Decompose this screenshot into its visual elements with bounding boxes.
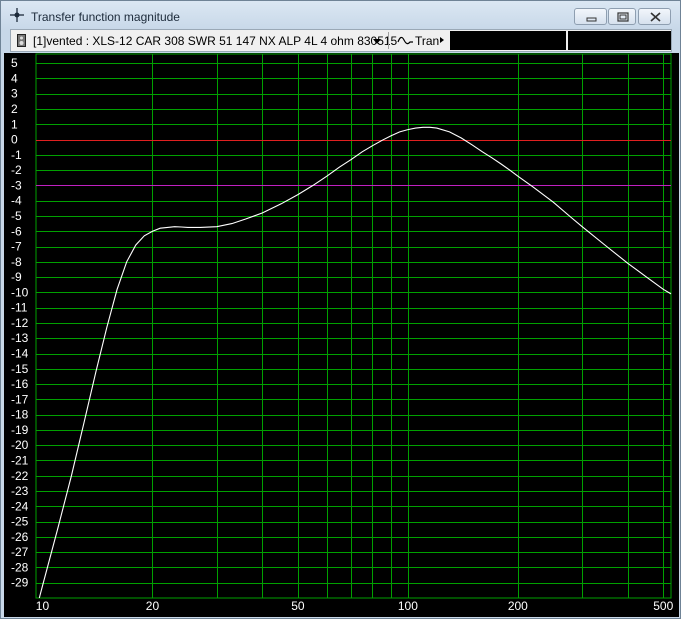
y-tick-label: -10 bbox=[11, 285, 29, 299]
minimize-icon bbox=[586, 17, 597, 22]
plot-border bbox=[35, 53, 672, 599]
y-tick-label: -14 bbox=[11, 347, 29, 361]
x-tick-label: 200 bbox=[508, 599, 528, 613]
pin-icon bbox=[10, 8, 24, 22]
restore-button[interactable] bbox=[608, 8, 636, 25]
close-icon bbox=[650, 12, 661, 22]
x-tick-labels: 10 20 50 100 200 500 bbox=[36, 599, 674, 613]
readout-field-2 bbox=[568, 31, 671, 50]
y-tick-label: -3 bbox=[11, 178, 22, 192]
y-tick-label: -4 bbox=[11, 194, 22, 208]
y-tick-label: -17 bbox=[11, 392, 29, 406]
y-tick-label: -7 bbox=[11, 240, 22, 254]
waveform-icon bbox=[397, 36, 413, 45]
window-title: Transfer function magnitude bbox=[31, 10, 180, 24]
plot-area[interactable]: 5 4 3 2 1 0 -1 -2 -3 -4 -5 -6 -7 -8 -9 -10 -11 -12 -13 -14-… bbox=[4, 53, 679, 617]
x-tick-label: 50 bbox=[291, 599, 305, 613]
tran-arrow-icon bbox=[440, 37, 444, 43]
tran-label: Tran bbox=[415, 34, 440, 48]
grid-layer bbox=[35, 53, 672, 599]
transfer-function-chart: 543210-1-2-3-4-5-6-7-8-9-10-11-12-13-14-… bbox=[11, 53, 674, 613]
device-icon bbox=[17, 34, 26, 47]
y-tick-label: -24 bbox=[11, 499, 29, 513]
x-tick-label: 20 bbox=[146, 599, 160, 613]
toolbar-separator bbox=[388, 32, 389, 49]
x-tick-label: 10 bbox=[36, 599, 50, 613]
y-tick-label: -20 bbox=[11, 438, 29, 452]
y-tick-label: -26 bbox=[11, 530, 29, 544]
y-tick-label: 5 bbox=[11, 56, 18, 70]
x-tick-label: 100 bbox=[398, 599, 418, 613]
reference-lines bbox=[36, 140, 671, 186]
y-tick-label: -18 bbox=[11, 408, 29, 422]
y-tick-label: 4 bbox=[11, 71, 18, 85]
curve-layer bbox=[38, 126, 672, 599]
y-tick-label: -9 bbox=[11, 270, 22, 284]
y-tick-label: -19 bbox=[11, 423, 29, 437]
title-bar[interactable]: Transfer function magnitude bbox=[1, 1, 680, 29]
minimize-button[interactable] bbox=[574, 8, 607, 25]
y-tick-label: -22 bbox=[11, 469, 29, 483]
close-button[interactable] bbox=[638, 8, 671, 25]
tran-button[interactable]: Tran bbox=[395, 32, 447, 49]
y-tick-label: -21 bbox=[11, 453, 29, 467]
y-tick-label: -1 bbox=[11, 148, 22, 162]
y-tick-label: 1 bbox=[11, 117, 18, 131]
readout-field-1 bbox=[450, 31, 566, 50]
y-tick-label: -15 bbox=[11, 362, 29, 376]
magnitude-curve bbox=[38, 126, 672, 599]
y-tick-label: 0 bbox=[11, 133, 18, 147]
y-tick-label: -23 bbox=[11, 484, 29, 498]
y-tick-label: -27 bbox=[11, 545, 29, 559]
y-tick-label: -13 bbox=[11, 331, 29, 345]
y-tick-label: -16 bbox=[11, 377, 29, 391]
y-tick-label: -2 bbox=[11, 163, 22, 177]
y-tick-label: -11 bbox=[11, 301, 28, 315]
y-tick-label: -8 bbox=[11, 255, 22, 269]
y-tick-label: -25 bbox=[11, 515, 29, 529]
driver-selector-label[interactable]: [1]vented : XLS-12 CAR 308 SWR 51 147 NX… bbox=[33, 34, 397, 48]
driver-dropdown-arrow[interactable] bbox=[373, 39, 381, 44]
y-tick-labels: 543210-1-2-3-4-5-6-7-8-9-10-11-12-13-14-… bbox=[11, 56, 29, 590]
transfer-function-window: Transfer function magnitude [1]vented : … bbox=[0, 0, 681, 619]
x-tick-label: 500 bbox=[653, 599, 673, 613]
y-tick-label: -28 bbox=[11, 560, 29, 574]
toolbar: [1]vented : XLS-12 CAR 308 SWR 51 147 NX… bbox=[10, 29, 672, 52]
y-tick-label: -6 bbox=[11, 224, 22, 238]
y-tick-label: -29 bbox=[11, 576, 29, 590]
y-tick-label: 3 bbox=[11, 87, 18, 101]
y-tick-label: -12 bbox=[11, 316, 29, 330]
restore-icon bbox=[617, 12, 629, 22]
y-tick-label: 2 bbox=[11, 102, 18, 116]
y-tick-label: -5 bbox=[11, 209, 22, 223]
